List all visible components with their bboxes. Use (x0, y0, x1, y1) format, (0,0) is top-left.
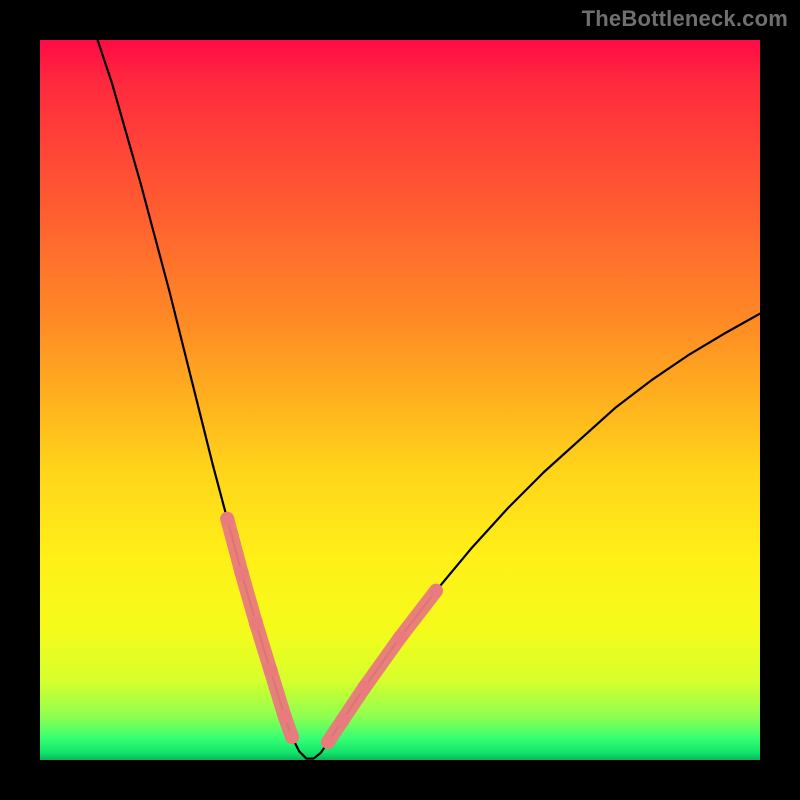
curve-overlay (40, 40, 760, 760)
chart-container: TheBottleneck.com (0, 0, 800, 800)
dots-right-band (321, 584, 443, 749)
dots-left-band (220, 512, 299, 744)
watermark-text: TheBottleneck.com (582, 6, 788, 32)
plot-area (40, 40, 760, 760)
curve-line (98, 40, 760, 759)
